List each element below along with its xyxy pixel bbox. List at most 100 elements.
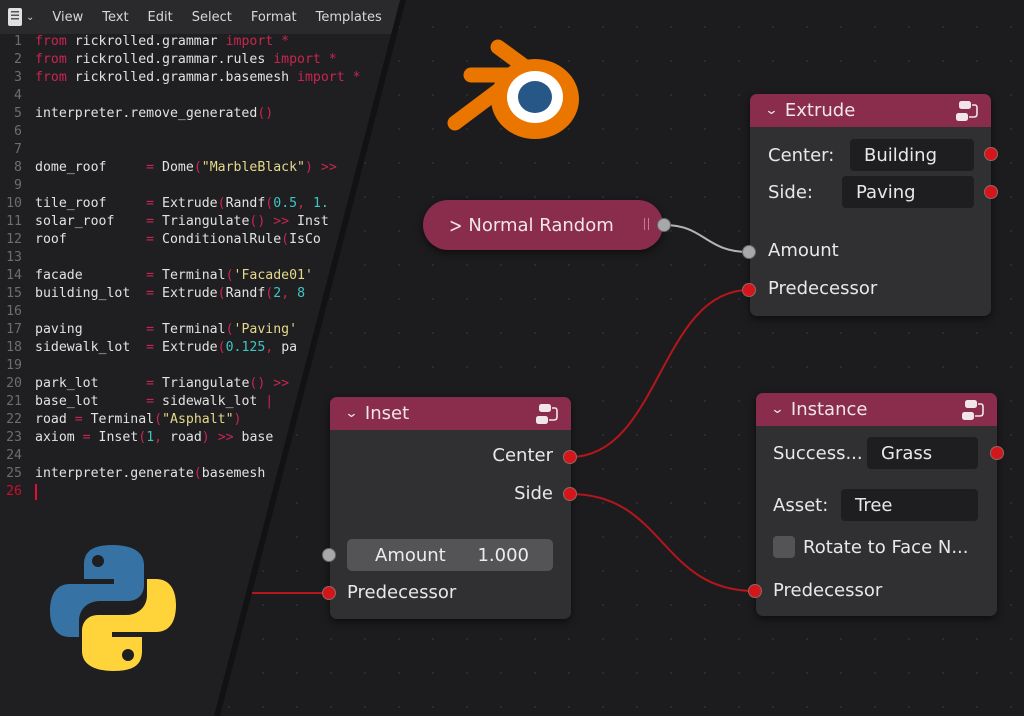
extrude-side-output-socket[interactable]	[984, 185, 998, 199]
node-extrude[interactable]: ⌄ Extrude Center: Building Side: Paving …	[750, 94, 991, 316]
predecessor-input-label: Predecessor	[768, 278, 878, 299]
menu-edit[interactable]: Edit	[148, 10, 173, 25]
code-line[interactable]: 11 solar_roof = Triangulate() >> Inst	[0, 213, 361, 231]
amount-value: 1.000	[477, 544, 529, 566]
text-editor-icon	[8, 8, 22, 26]
inset-predecessor-input-socket[interactable]	[322, 586, 336, 600]
instance-predecessor-input-socket[interactable]	[748, 584, 762, 598]
extrude-center-output-socket[interactable]	[984, 147, 998, 161]
code-line[interactable]: 5 interpreter.remove_generated()	[0, 105, 361, 123]
line-number: 16	[6, 304, 22, 319]
line-number: 14	[6, 268, 22, 283]
editor-type-selector[interactable]: ⌄	[8, 8, 34, 26]
node-inset[interactable]: ⌄ Inset Center Side Amount 1.000 Predece…	[330, 397, 571, 619]
line-number: 8	[14, 160, 22, 175]
side-field[interactable]: Paving	[842, 176, 974, 208]
code-token: from	[35, 52, 67, 67]
code-token: ,	[281, 286, 290, 301]
link-inset-center-to-extrude-predecessor	[569, 289, 750, 458]
code-token: Extrude	[154, 340, 218, 355]
code-line[interactable]: 4	[0, 87, 361, 105]
code-text: from rickrolled.grammar import *	[35, 33, 289, 51]
extrude-amount-input-socket[interactable]	[742, 245, 756, 259]
code-token: axiom	[35, 430, 83, 445]
code-text: tile_roof = Extrude(Randf(0.5, 1.	[35, 195, 329, 213]
menu-text[interactable]: Text	[102, 10, 128, 25]
code-token: Terminal	[82, 412, 155, 427]
link-normal-random-to-extrude-amount	[663, 224, 750, 253]
node-header[interactable]: ⌄ Extrude	[750, 94, 991, 127]
code-token: Extrude	[154, 286, 218, 301]
node-header[interactable]: ⌄ Instance	[756, 393, 997, 426]
node-title: Inset	[364, 403, 410, 424]
node-group-icon[interactable]	[535, 402, 559, 426]
node-group-icon[interactable]	[955, 99, 979, 123]
menu-select[interactable]: Select	[192, 10, 232, 25]
node-header[interactable]: ⌄ Inset	[330, 397, 571, 430]
line-number: 25	[6, 466, 22, 481]
code-token: import	[297, 70, 345, 85]
code-token: Randf	[225, 286, 266, 301]
code-line[interactable]: 9	[0, 177, 361, 195]
asset-field[interactable]: Tree	[841, 489, 978, 521]
code-line[interactable]: 15 building_lot = Extrude(Randf(2, 8	[0, 285, 361, 303]
code-line[interactable]: 10 tile_roof = Extrude(Randf(0.5, 1.	[0, 195, 361, 213]
code-line[interactable]: 16	[0, 303, 361, 321]
code-line[interactable]: 8 dome_roof = Dome("MarbleBlack") >>	[0, 159, 361, 177]
chevron-down-icon[interactable]: ⌄	[344, 406, 358, 421]
extrude-predecessor-input-socket[interactable]	[742, 283, 756, 297]
code-token: solar_roof	[35, 214, 147, 229]
node-instance[interactable]: ⌄ Instance Success... Grass Asset: Tree …	[756, 393, 997, 616]
chevron-down-icon[interactable]: ⌄	[770, 402, 784, 417]
line-number: 22	[6, 412, 22, 427]
code-text: base_lot = sidewalk_lot |	[35, 393, 273, 411]
line-number: 26	[6, 484, 22, 499]
successor-field[interactable]: Grass	[867, 437, 978, 469]
code-token: (	[138, 430, 147, 445]
code-line[interactable]: 13	[0, 249, 361, 267]
menu-format[interactable]: Format	[251, 10, 297, 25]
inset-center-output-socket[interactable]	[563, 450, 577, 464]
menu-view[interactable]: View	[52, 10, 83, 25]
code-text: facade = Terminal('Facade01'	[35, 267, 313, 285]
code-token: >>	[265, 376, 290, 391]
node-normal-random[interactable]: > Normal Random	[423, 200, 663, 250]
code-text: from rickrolled.grammar.basemesh import …	[35, 69, 361, 87]
line-number: 19	[6, 358, 22, 373]
line-number: 20	[6, 376, 22, 391]
line-number: 2	[14, 52, 22, 67]
normal-random-output-socket[interactable]	[657, 218, 671, 232]
code-token: =	[146, 196, 155, 211]
code-line[interactable]: 6	[0, 123, 361, 141]
code-token: ()	[249, 376, 266, 391]
code-line[interactable]: 2 from rickrolled.grammar.rules import *	[0, 51, 361, 69]
node-group-icon[interactable]	[961, 398, 985, 422]
code-line[interactable]: 12 roof = ConditionalRule(IsCo	[0, 231, 361, 249]
inset-amount-input-socket[interactable]	[322, 548, 336, 562]
code-token: *	[273, 34, 290, 49]
code-line[interactable]: 1 from rickrolled.grammar import *	[0, 33, 361, 51]
code-text: dome_roof = Dome("MarbleBlack") >>	[35, 159, 337, 177]
line-number: 11	[6, 214, 22, 229]
predecessor-input-label: Predecessor	[773, 580, 883, 601]
instance-successor-output-socket[interactable]	[990, 446, 1004, 460]
inset-side-output-socket[interactable]	[563, 487, 577, 501]
code-token: 'Paving'	[233, 322, 298, 337]
text-cursor	[35, 484, 37, 500]
code-line[interactable]: 7	[0, 141, 361, 159]
chevron-right-icon[interactable]: >	[449, 213, 462, 238]
code-token: Randf	[225, 196, 266, 211]
code-token: sidewalk_lot	[154, 394, 266, 409]
rotate-to-face-normal-checkbox[interactable]	[773, 536, 795, 558]
successor-label: Success...	[773, 442, 863, 464]
code-token: road	[162, 430, 202, 445]
code-line[interactable]: 14 facade = Terminal('Facade01'	[0, 267, 361, 285]
amount-slider[interactable]: Amount 1.000	[347, 539, 553, 571]
chevron-down-icon[interactable]: ⌄	[764, 103, 778, 118]
line-number: 17	[6, 322, 22, 337]
menu-templates[interactable]: Templates	[316, 10, 382, 25]
code-line[interactable]: 18 sidewalk_lot = Extrude(0.125, pa	[0, 339, 361, 357]
code-line[interactable]: 3 from rickrolled.grammar.basemesh import…	[0, 69, 361, 87]
code-line[interactable]: 17 paving = Terminal('Paving'	[0, 321, 361, 339]
center-field[interactable]: Building	[850, 139, 974, 171]
